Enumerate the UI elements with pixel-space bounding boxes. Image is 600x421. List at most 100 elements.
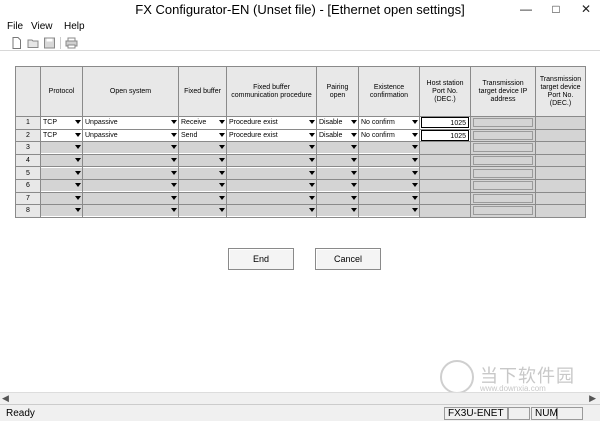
chevron-down-icon[interactable]: [219, 145, 225, 150]
maximize-icon[interactable]: □: [540, 0, 572, 20]
protocol-select[interactable]: [41, 142, 82, 154]
chevron-down-icon[interactable]: [412, 208, 418, 213]
chevron-down-icon[interactable]: [309, 120, 315, 125]
existence-select[interactable]: [359, 142, 419, 154]
existence-select[interactable]: [359, 167, 419, 179]
protocol-select[interactable]: [41, 205, 82, 217]
chevron-down-icon[interactable]: [412, 183, 418, 188]
fixed-buffer-select[interactable]: [179, 142, 226, 154]
fb-comm-select[interactable]: Procedure exist: [227, 117, 316, 128]
protocol-select[interactable]: [41, 167, 82, 179]
existence-select[interactable]: No confirm: [359, 130, 419, 141]
target-ip-input[interactable]: [473, 206, 533, 216]
chevron-down-icon[interactable]: [75, 170, 81, 175]
end-button[interactable]: End: [228, 248, 294, 270]
chevron-down-icon[interactable]: [412, 132, 418, 137]
fixed-buffer-select[interactable]: [179, 192, 226, 204]
protocol-select[interactable]: [41, 155, 82, 167]
target-ip-input[interactable]: [473, 130, 533, 140]
cancel-button[interactable]: Cancel: [315, 248, 381, 270]
fb-comm-select[interactable]: [227, 167, 316, 179]
menu-file[interactable]: File: [7, 21, 23, 32]
cell-target-port[interactable]: [535, 204, 586, 218]
target-ip-input[interactable]: [473, 143, 533, 153]
scroll-left-icon[interactable]: ◀: [2, 393, 9, 404]
chevron-down-icon[interactable]: [171, 183, 177, 188]
fixed-buffer-select[interactable]: [179, 205, 226, 217]
chevron-down-icon[interactable]: [219, 195, 225, 200]
fb-comm-select[interactable]: [227, 142, 316, 154]
cell-target-port[interactable]: [535, 166, 586, 180]
protocol-select[interactable]: TCP: [41, 130, 82, 141]
chevron-down-icon[interactable]: [309, 208, 315, 213]
fixed-buffer-select[interactable]: [179, 167, 226, 179]
pairing-select[interactable]: [317, 155, 358, 167]
host-port-input[interactable]: 1025: [421, 117, 469, 129]
existence-select[interactable]: [359, 192, 419, 204]
chevron-down-icon[interactable]: [412, 170, 418, 175]
existence-select[interactable]: [359, 180, 419, 192]
target-ip-input[interactable]: [473, 181, 533, 191]
chevron-down-icon[interactable]: [75, 208, 81, 213]
chevron-down-icon[interactable]: [219, 158, 225, 163]
fixed-buffer-select[interactable]: [179, 180, 226, 192]
existence-select[interactable]: [359, 155, 419, 167]
chevron-down-icon[interactable]: [171, 208, 177, 213]
chevron-down-icon[interactable]: [412, 145, 418, 150]
open-system-select[interactable]: [83, 192, 178, 204]
menu-help[interactable]: Help: [64, 21, 85, 32]
chevron-down-icon[interactable]: [309, 158, 315, 163]
chevron-down-icon[interactable]: [412, 195, 418, 200]
chevron-down-icon[interactable]: [351, 145, 357, 150]
chevron-down-icon[interactable]: [219, 208, 225, 213]
cell-target-port[interactable]: [535, 128, 586, 143]
fb-comm-select[interactable]: [227, 180, 316, 192]
chevron-down-icon[interactable]: [171, 170, 177, 175]
protocol-select[interactable]: [41, 192, 82, 204]
new-file-icon[interactable]: [10, 37, 23, 49]
chevron-down-icon[interactable]: [412, 158, 418, 163]
chevron-down-icon[interactable]: [171, 158, 177, 163]
target-ip-input[interactable]: [473, 168, 533, 178]
chevron-down-icon[interactable]: [309, 145, 315, 150]
pairing-select[interactable]: [317, 180, 358, 192]
chevron-down-icon[interactable]: [219, 170, 225, 175]
chevron-down-icon[interactable]: [219, 183, 225, 188]
open-system-select[interactable]: [83, 180, 178, 192]
chevron-down-icon[interactable]: [75, 132, 81, 137]
fixed-buffer-select[interactable]: Send: [179, 130, 226, 141]
open-system-select[interactable]: [83, 142, 178, 154]
chevron-down-icon[interactable]: [309, 170, 315, 175]
chevron-down-icon[interactable]: [219, 132, 225, 137]
cell-target-port[interactable]: [535, 153, 586, 168]
open-system-select[interactable]: Unpassive: [83, 117, 178, 128]
fb-comm-select[interactable]: [227, 205, 316, 217]
existence-select[interactable]: No confirm: [359, 117, 419, 128]
chevron-down-icon[interactable]: [412, 120, 418, 125]
menu-view[interactable]: View: [31, 21, 53, 32]
pairing-select[interactable]: [317, 142, 358, 154]
existence-select[interactable]: [359, 205, 419, 217]
open-system-select[interactable]: [83, 205, 178, 217]
chevron-down-icon[interactable]: [351, 170, 357, 175]
chevron-down-icon[interactable]: [171, 145, 177, 150]
chevron-down-icon[interactable]: [171, 120, 177, 125]
chevron-down-icon[interactable]: [75, 195, 81, 200]
open-system-select[interactable]: Unpassive: [83, 130, 178, 141]
protocol-select[interactable]: TCP: [41, 117, 82, 128]
pairing-select[interactable]: [317, 205, 358, 217]
minimize-icon[interactable]: —: [510, 0, 542, 20]
fb-comm-select[interactable]: Procedure exist: [227, 130, 316, 141]
fixed-buffer-select[interactable]: [179, 155, 226, 167]
chevron-down-icon[interactable]: [75, 145, 81, 150]
pairing-select[interactable]: Disable: [317, 130, 358, 141]
pairing-select[interactable]: Disable: [317, 117, 358, 128]
chevron-down-icon[interactable]: [309, 132, 315, 137]
protocol-select[interactable]: [41, 180, 82, 192]
open-folder-icon[interactable]: [27, 37, 40, 49]
scroll-right-icon[interactable]: ▶: [589, 393, 596, 404]
chevron-down-icon[interactable]: [75, 183, 81, 188]
chevron-down-icon[interactable]: [219, 120, 225, 125]
pairing-select[interactable]: [317, 192, 358, 204]
cell-target-port[interactable]: [535, 178, 586, 193]
